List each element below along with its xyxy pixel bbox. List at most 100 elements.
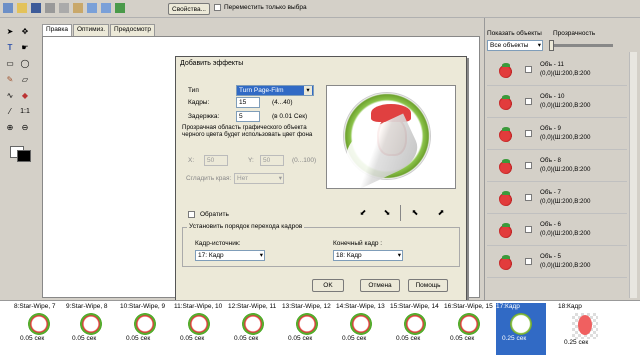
timeline-frame[interactable]: 11:Star-Wipe, 10 0.05 сек xyxy=(174,303,224,355)
delay-input[interactable]: 5 xyxy=(236,111,260,122)
object-geometry: (0,0)(Ш:200,В:200 xyxy=(540,166,591,173)
object-row[interactable]: Объ - 10 (0,0)(Ш:200,В:200 xyxy=(487,88,627,118)
objects-scrollbar[interactable] xyxy=(629,52,637,298)
tab-optimize[interactable]: Оптимиз. xyxy=(72,24,110,36)
save-icon[interactable] xyxy=(31,3,41,13)
y-input[interactable]: 50 xyxy=(260,155,284,166)
object-row[interactable]: Объ - 11 (0,0)(Ш:200,В:200 xyxy=(487,56,627,86)
timeline-frame[interactable]: 15:Star-Wipe, 14 0.05 сек xyxy=(390,303,440,355)
tab-preview[interactable]: Предосмотр xyxy=(110,24,155,36)
show-objects-select[interactable]: Все объекты ▾ xyxy=(487,40,543,51)
open-icon[interactable] xyxy=(17,3,27,13)
arrow-up-left-icon[interactable]: ⬉ xyxy=(410,207,420,217)
timeline-frame[interactable]: 8:Star-Wipe, 7 0.05 сек xyxy=(14,303,64,355)
object-checkbox[interactable] xyxy=(525,226,532,233)
object-row[interactable]: Объ - 7 (0,0)(Ш:200,В:200 xyxy=(487,184,627,214)
frame-time: 0.05 сек xyxy=(126,335,151,342)
ok-button[interactable]: OK xyxy=(312,279,344,292)
pointer-icon[interactable]: ➤ xyxy=(5,26,15,36)
object-checkbox[interactable] xyxy=(525,194,532,201)
play-icon[interactable] xyxy=(115,3,125,13)
x-label: X: xyxy=(188,157,195,164)
paste-icon[interactable] xyxy=(73,3,83,13)
frame-thumbnail xyxy=(458,313,480,335)
ellipse-icon[interactable]: ◯ xyxy=(20,58,30,68)
frame-thumbnail xyxy=(134,313,156,335)
chevron-down-icon: ▾ xyxy=(397,252,401,259)
target-frame-select[interactable]: 18: Кадр ▾ xyxy=(333,250,403,261)
move-selected-checkbox[interactable] xyxy=(214,4,221,11)
x-input[interactable]: 50 xyxy=(204,155,228,166)
reverse-checkbox[interactable] xyxy=(188,211,195,218)
chevron-down-icon: ▾ xyxy=(259,252,263,259)
y-label: Y: xyxy=(248,157,254,164)
object-checkbox[interactable] xyxy=(525,258,532,265)
redo-icon[interactable] xyxy=(101,3,111,13)
object-geometry: (0,0)(Ш:200,В:200 xyxy=(540,102,591,109)
tabs: Правка Оптимиз. Предосмотр xyxy=(42,24,155,36)
toolbar-icons[interactable] xyxy=(3,3,153,15)
strawberry-icon xyxy=(499,223,513,238)
timeline-frame[interactable]: 14:Star-Wipe, 13 0.05 сек xyxy=(336,303,386,355)
frame-time: 0.05 сек xyxy=(20,335,45,342)
fill-icon[interactable]: ◆ xyxy=(20,90,30,100)
timeline-frame[interactable]: 12:Star-Wipe, 11 0.05 сек xyxy=(228,303,278,355)
transparency-slider-thumb[interactable] xyxy=(549,40,554,51)
delay-label: Задержка: xyxy=(188,113,220,120)
object-name: Объ - 8 xyxy=(540,157,561,164)
smooth-select[interactable]: Нет ▾ xyxy=(234,173,284,184)
timeline-frame[interactable]: 13:Star-Wipe, 12 0.05 сек xyxy=(282,303,332,355)
frames-input[interactable]: 15 xyxy=(236,97,260,108)
object-row[interactable]: Объ - 8 (0,0)(Ш:200,В:200 xyxy=(487,152,627,182)
timeline-frame[interactable]: 16:Star-Wipe, 15 0.05 сек xyxy=(444,303,494,355)
actual-size-icon[interactable]: 1:1 xyxy=(20,106,30,116)
cancel-button[interactable]: Отмена xyxy=(360,279,400,292)
type-label: Тип xyxy=(188,87,199,94)
new-icon[interactable] xyxy=(3,3,13,13)
timeline-frame[interactable]: 10:Star-Wipe, 9 0.05 сек xyxy=(120,303,170,355)
timeline-frame[interactable]: 18:Кадр 0.25 сек xyxy=(558,303,628,355)
arrow-down-right-icon[interactable]: ⬊ xyxy=(382,207,392,217)
lasso-icon[interactable]: ∿ xyxy=(5,90,15,100)
frame-time: 0.25 сек xyxy=(502,335,527,342)
reverse-label: Обратить xyxy=(200,211,229,218)
object-checkbox[interactable] xyxy=(525,162,532,169)
frame-thumbnail xyxy=(350,313,372,335)
foreground-color-swatch[interactable] xyxy=(17,150,31,162)
transparency-slider[interactable] xyxy=(553,44,613,47)
text-icon[interactable]: T xyxy=(5,42,15,52)
source-frame-label: Кадр-источник: xyxy=(195,240,241,247)
object-row[interactable]: Объ - 6 (0,0)(Ш:200,В:200 xyxy=(487,216,627,246)
object-checkbox[interactable] xyxy=(525,98,532,105)
type-select[interactable]: Turn Page-Film ▾ xyxy=(236,85,314,96)
zoom-in-icon[interactable]: ⊕ xyxy=(5,122,15,132)
move-icon[interactable]: ✥ xyxy=(20,26,30,36)
timeline-frame[interactable]: 9:Star-Wipe, 8 0.05 сек xyxy=(66,303,116,355)
zoom-out-icon[interactable]: ⊖ xyxy=(20,122,30,132)
object-checkbox[interactable] xyxy=(525,66,532,73)
copy-icon[interactable] xyxy=(59,3,69,13)
object-name: Объ - 10 xyxy=(540,93,565,100)
object-row[interactable]: Объ - 9 (0,0)(Ш:200,В:200 xyxy=(487,120,627,150)
hand-icon[interactable]: ☛ xyxy=(20,42,30,52)
object-row[interactable]: Объ - 5 (0,0)(Ш:200,В:200 xyxy=(487,248,627,278)
cut-icon[interactable] xyxy=(45,3,55,13)
eraser-icon[interactable]: ▱ xyxy=(20,74,30,84)
frames-range: (4...40) xyxy=(272,99,293,106)
properties-button[interactable]: Свойства... xyxy=(168,3,210,15)
tab-edit[interactable]: Правка xyxy=(42,24,72,36)
frame-label: 9:Star-Wipe, 8 xyxy=(66,303,108,310)
arrow-down-left-icon[interactable]: ⬋ xyxy=(358,207,368,217)
undo-icon[interactable] xyxy=(87,3,97,13)
strawberry-icon xyxy=(499,95,513,110)
timeline-frame-selected[interactable]: 17:Кадр 0.25 сек xyxy=(496,303,546,355)
brush-icon[interactable]: ✎ xyxy=(5,74,15,84)
arrow-up-right-icon[interactable]: ⬈ xyxy=(436,207,446,217)
eyedropper-icon[interactable]: ⁄ xyxy=(5,106,15,116)
source-frame-select[interactable]: 17: Кадр ▾ xyxy=(195,250,265,261)
object-checkbox[interactable] xyxy=(525,130,532,137)
dialog-title: Добавить эффекты xyxy=(180,60,244,67)
rectangle-icon[interactable]: ▭ xyxy=(5,58,15,68)
frame-time: 0.05 сек xyxy=(342,335,367,342)
help-button[interactable]: Помощь xyxy=(408,279,448,292)
